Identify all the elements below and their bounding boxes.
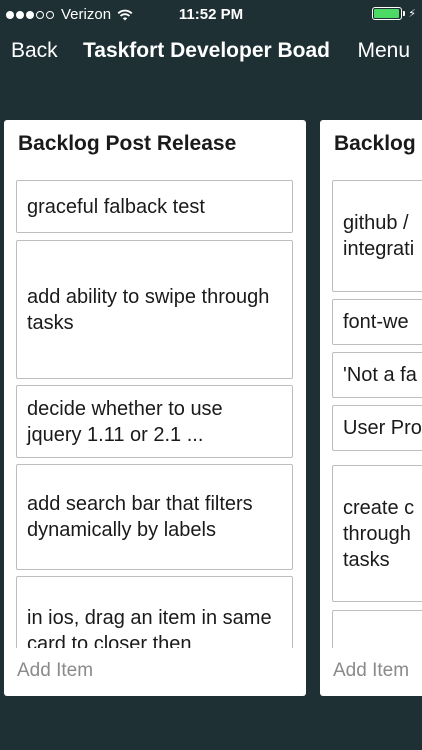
nav-bar: Back Taskfort Developer Boad Menu — [0, 30, 422, 74]
task-card[interactable]: create c through tasks — [332, 465, 422, 602]
task-text: decide whether to use jquery 1.11 or 2.1… — [27, 397, 223, 446]
task-card[interactable]: add ability to swipe through tasks — [16, 240, 293, 379]
status-bar: Verizon 11:52 PM ⚡ — [0, 0, 422, 30]
battery-level — [374, 9, 399, 18]
back-button[interactable]: Back — [11, 39, 58, 63]
task-card[interactable]: 'Not a fa — [332, 352, 422, 398]
task-list[interactable]: github / integrati font-we 'Not a fa Use… — [332, 180, 422, 648]
task-card[interactable]: User Pro — [332, 405, 422, 451]
task-text: create c through tasks — [343, 496, 415, 571]
task-card[interactable]: in ios, drag an item in same card to clo… — [16, 576, 293, 648]
board-title: Taskfort Developer Boad — [83, 39, 331, 62]
status-right: ⚡ — [372, 7, 416, 20]
menu-button[interactable]: Menu — [357, 39, 410, 63]
status-time: 11:52 PM — [178, 6, 244, 23]
board[interactable]: Backlog Post Release graceful falback te… — [0, 120, 422, 698]
task-card[interactable]: github / integrati — [332, 180, 422, 292]
task-text: add ability to swipe through tasks — [27, 285, 270, 334]
task-text: User Pro — [343, 417, 422, 439]
task-text: 'Not a fa — [343, 364, 417, 386]
add-item-button[interactable]: Add Item — [17, 660, 93, 682]
column-title[interactable]: Backlog — [334, 132, 416, 156]
task-card[interactable] — [332, 610, 422, 648]
add-item-button[interactable]: Add Item — [333, 660, 409, 682]
task-text: in ios, drag an item in same card to clo… — [27, 607, 272, 648]
task-text: font-we — [343, 311, 409, 333]
task-card[interactable]: decide whether to use jquery 1.11 or 2.1… — [16, 385, 293, 458]
task-card[interactable]: font-we — [332, 299, 422, 345]
task-text: add search bar that filters dynamically … — [27, 493, 253, 541]
battery-icon — [372, 7, 403, 20]
column-backlog-post-release: Backlog Post Release graceful falback te… — [4, 120, 306, 696]
task-text: graceful falback test — [27, 195, 205, 218]
charging-bolt-icon: ⚡ — [408, 8, 416, 20]
task-list[interactable]: graceful falback test add ability to swi… — [16, 180, 294, 648]
battery-cap — [403, 11, 406, 16]
column-title[interactable]: Backlog Post Release — [18, 132, 236, 156]
task-text: github / integrati — [343, 212, 415, 260]
task-card[interactable]: add search bar that filters dynamically … — [16, 464, 293, 570]
task-card[interactable]: graceful falback test — [16, 180, 293, 233]
column-backlog: Backlog github / integrati font-we 'Not … — [320, 120, 422, 696]
